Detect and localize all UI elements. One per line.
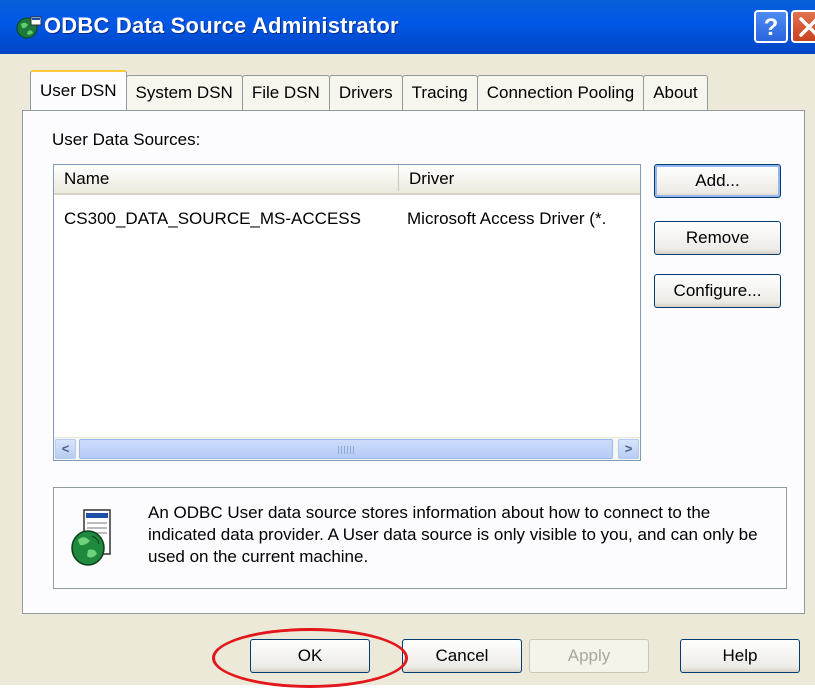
question-icon: ? <box>763 14 779 41</box>
scroll-left-button[interactable]: < <box>55 439 76 459</box>
configure-button[interactable]: Configure... <box>654 274 781 308</box>
tab-connection-pooling[interactable]: Connection Pooling <box>476 75 645 110</box>
scroll-right-button[interactable]: > <box>618 439 639 459</box>
column-header-name[interactable]: Name <box>54 165 399 191</box>
info-box: An ODBC User data source stores informat… <box>53 487 787 589</box>
info-description: An ODBC User data source stores informat… <box>148 503 758 566</box>
user-dsn-panel: User Data Sources: Name Driver CS300_DAT… <box>22 110 805 614</box>
remove-button[interactable]: Remove <box>654 221 781 255</box>
column-header-driver[interactable]: Driver <box>399 165 642 191</box>
window-title: ODBC Data Source Administrator <box>44 13 399 38</box>
help-button[interactable]: Help <box>680 639 800 673</box>
cancel-button[interactable]: Cancel <box>402 639 522 673</box>
close-icon <box>799 17 815 37</box>
title-bar[interactable]: ODBC Data Source Administrator ? <box>0 0 815 54</box>
chevron-left-icon: < <box>61 441 70 456</box>
tab-about[interactable]: About <box>643 75 708 110</box>
tab-user-dsn[interactable]: User DSN <box>30 70 127 110</box>
data-source-driver: Microsoft Access Driver (*. <box>407 209 607 228</box>
user-data-sources-label: User Data Sources: <box>52 130 201 149</box>
tab-strip: User DSN System DSN File DSN Drivers Tra… <box>30 70 708 110</box>
close-title-button[interactable] <box>791 10 815 43</box>
apply-button: Apply <box>529 639 649 673</box>
dialog-body: User DSN System DSN File DSN Drivers Tra… <box>0 54 815 688</box>
help-title-button[interactable]: ? <box>754 10 788 43</box>
horizontal-scrollbar[interactable]: < > <box>54 437 640 460</box>
data-sources-list[interactable]: Name Driver CS300_DATA_SOURCE_MS-ACCESS … <box>53 164 641 461</box>
add-button[interactable]: Add... <box>654 164 781 198</box>
chevron-right-icon: > <box>624 441 633 456</box>
odbc-globe-icon <box>16 16 42 39</box>
tab-drivers[interactable]: Drivers <box>328 75 403 110</box>
scrollbar-thumb[interactable] <box>79 439 613 459</box>
ok-button[interactable]: OK <box>250 639 370 673</box>
tab-tracing[interactable]: Tracing <box>401 75 478 110</box>
tab-system-dsn[interactable]: System DSN <box>125 75 243 110</box>
database-globe-icon <box>71 509 111 566</box>
list-header: Name Driver <box>54 165 640 195</box>
grip-icon <box>338 446 354 454</box>
list-item[interactable]: CS300_DATA_SOURCE_MS-ACCESS Microsoft Ac… <box>54 205 640 233</box>
tab-file-dsn[interactable]: File DSN <box>241 75 330 110</box>
data-source-name: CS300_DATA_SOURCE_MS-ACCESS <box>64 209 361 228</box>
